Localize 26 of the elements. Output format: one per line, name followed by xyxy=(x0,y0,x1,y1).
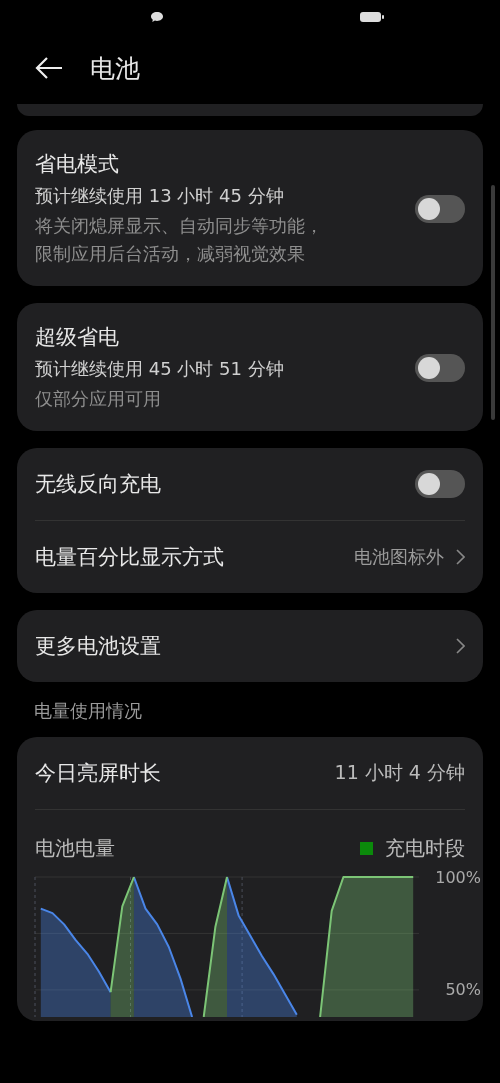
setting-description: 仅部分应用可用 xyxy=(35,387,162,411)
chevron-icon[interactable] xyxy=(456,549,465,565)
screen-time-label: 今日亮屏时长 xyxy=(35,760,161,787)
setting-subtitle: 预计继续使用 13 小时 45 分钟 xyxy=(35,184,285,208)
setting-title: 超级省电 xyxy=(35,324,120,351)
setting-title: 无线反向充电 xyxy=(35,471,162,498)
screen-time-value: 11 小时 4 分钟 xyxy=(334,760,465,785)
chevron-icon[interactable] xyxy=(456,638,465,654)
chat-icon xyxy=(150,11,164,23)
setting-value: 电池图标外 xyxy=(354,545,444,569)
back-icon[interactable] xyxy=(34,56,64,80)
axis-tick-label: 100% xyxy=(435,867,481,887)
toggle-switch[interactable] xyxy=(415,470,465,498)
page-title: 电池 xyxy=(90,52,140,85)
setting-subtitle: 预计继续使用 45 小时 51 分钟 xyxy=(35,357,285,381)
setting-title: 省电模式 xyxy=(35,151,120,178)
setting-title: 更多电池设置 xyxy=(35,633,162,660)
setting-title: 电量百分比显示方式 xyxy=(35,544,225,571)
axis-tick-label: 50% xyxy=(445,980,481,1000)
battery-icon xyxy=(359,11,385,23)
setting-description: 将关闭熄屏显示、自动同步等功能，限制应用后台活动，减弱视觉效果 xyxy=(35,214,324,266)
section-title: 电量使用情况 xyxy=(34,699,143,723)
toggle-switch[interactable] xyxy=(415,195,465,223)
chart-title: 电池电量 xyxy=(35,834,115,862)
legend-label: 充电时段 xyxy=(385,834,465,862)
toggle-switch[interactable] xyxy=(415,354,465,382)
